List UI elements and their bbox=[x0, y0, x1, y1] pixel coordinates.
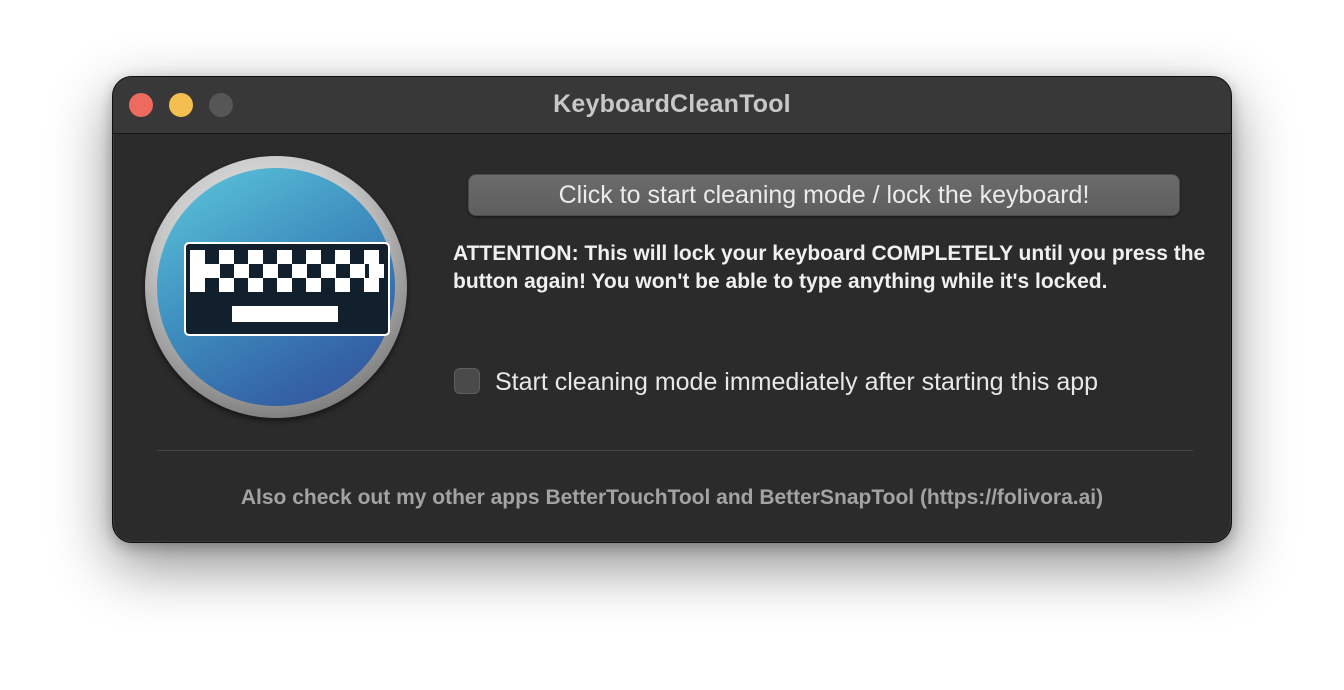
app-logo bbox=[145, 156, 407, 418]
title-bar[interactable]: KeyboardCleanTool bbox=[113, 77, 1231, 134]
app-window: KeyboardCleanTool Click to start cleanin… bbox=[112, 76, 1232, 543]
attention-warning-text: ATTENTION: This will lock your keyboard … bbox=[453, 242, 1206, 293]
lock-keyboard-button[interactable]: Click to start cleaning mode / lock the … bbox=[468, 174, 1180, 216]
autostart-checkbox-label[interactable]: Start cleaning mode immediately after st… bbox=[495, 367, 1098, 397]
footer-promo-text: Also check out my other apps BetterTouch… bbox=[240, 486, 1104, 509]
keyboard-icon bbox=[184, 242, 390, 336]
spacebar bbox=[232, 306, 338, 322]
app-logo-inner bbox=[157, 168, 395, 406]
window-title: KeyboardCleanTool bbox=[553, 90, 791, 118]
autostart-checkbox[interactable] bbox=[454, 368, 480, 394]
divider bbox=[157, 450, 1193, 451]
